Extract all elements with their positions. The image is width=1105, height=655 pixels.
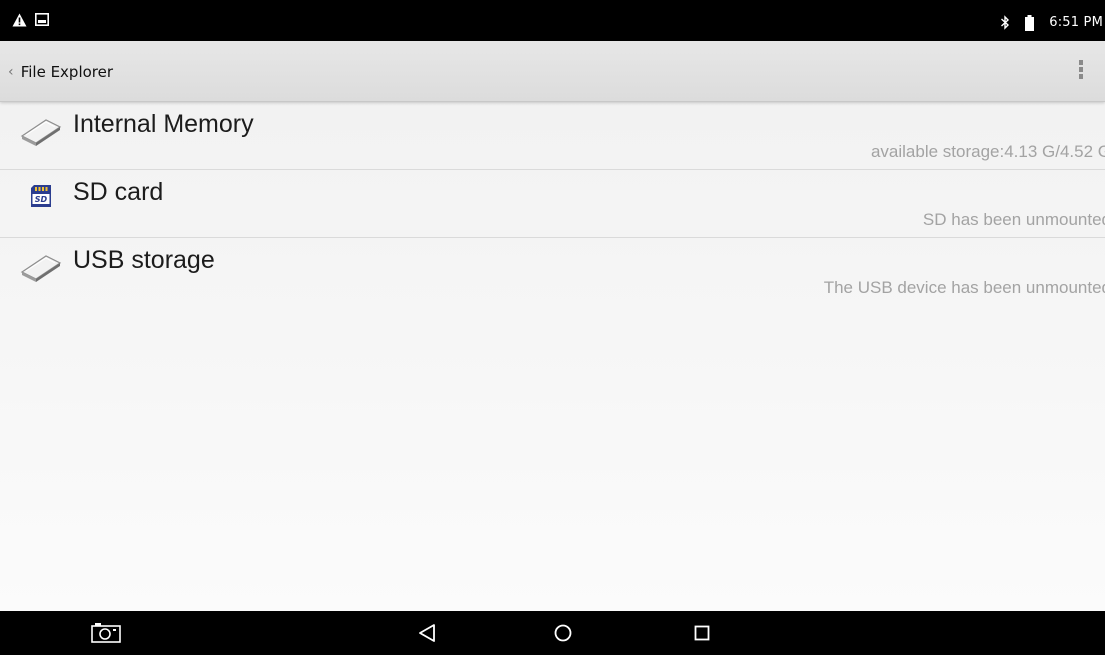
recents-button[interactable] <box>687 611 717 655</box>
image-notification-icon <box>35 13 49 26</box>
storage-item-title: Internal Memory <box>73 110 254 138</box>
bluetooth-icon <box>1001 15 1010 30</box>
back-button[interactable] <box>412 611 442 655</box>
action-bar: ‹ File Explorer <box>0 41 1105 102</box>
app-title: File Explorer <box>20 62 114 81</box>
storage-item-title: USB storage <box>73 246 215 274</box>
status-time: 6:51 PM <box>1049 15 1103 30</box>
storage-item-title: SD card <box>73 178 164 206</box>
warning-icon <box>12 13 27 27</box>
storage-item-subtitle: The USB device has been unmounted <box>823 278 1105 297</box>
storage-list: Internal Memory available storage:4.13 G… <box>0 102 1105 611</box>
drive-icon <box>20 119 62 146</box>
up-navigation[interactable]: ‹ File Explorer <box>8 59 113 83</box>
recents-icon <box>694 625 710 641</box>
storage-item-usb-storage[interactable]: USB storage The USB device has been unmo… <box>0 238 1105 305</box>
sd-card-icon: SD <box>31 185 51 207</box>
chevron-left-icon: ‹ <box>8 63 14 80</box>
storage-item-sd-card[interactable]: SD SD card SD has been unmounted <box>0 170 1105 238</box>
back-icon <box>419 624 435 642</box>
navigation-bar <box>0 611 1105 655</box>
svg-text:SD: SD <box>35 195 48 204</box>
status-right-icons: 6:51 PM <box>1000 12 1103 31</box>
screenshot-icon <box>91 623 121 643</box>
status-left-icons <box>12 13 57 29</box>
home-icon <box>554 624 572 642</box>
overflow-menu-icon[interactable] <box>1077 60 1085 84</box>
drive-icon <box>20 255 62 282</box>
battery-icon <box>1025 14 1035 31</box>
screenshot-button[interactable] <box>90 611 130 655</box>
storage-item-subtitle: SD has been unmounted <box>922 210 1105 229</box>
home-button[interactable] <box>548 611 578 655</box>
storage-item-subtitle: available storage:4.13 G/4.52 G <box>870 142 1105 161</box>
storage-item-internal-memory[interactable]: Internal Memory available storage:4.13 G… <box>0 102 1105 170</box>
status-bar: 6:51 PM <box>0 0 1105 41</box>
